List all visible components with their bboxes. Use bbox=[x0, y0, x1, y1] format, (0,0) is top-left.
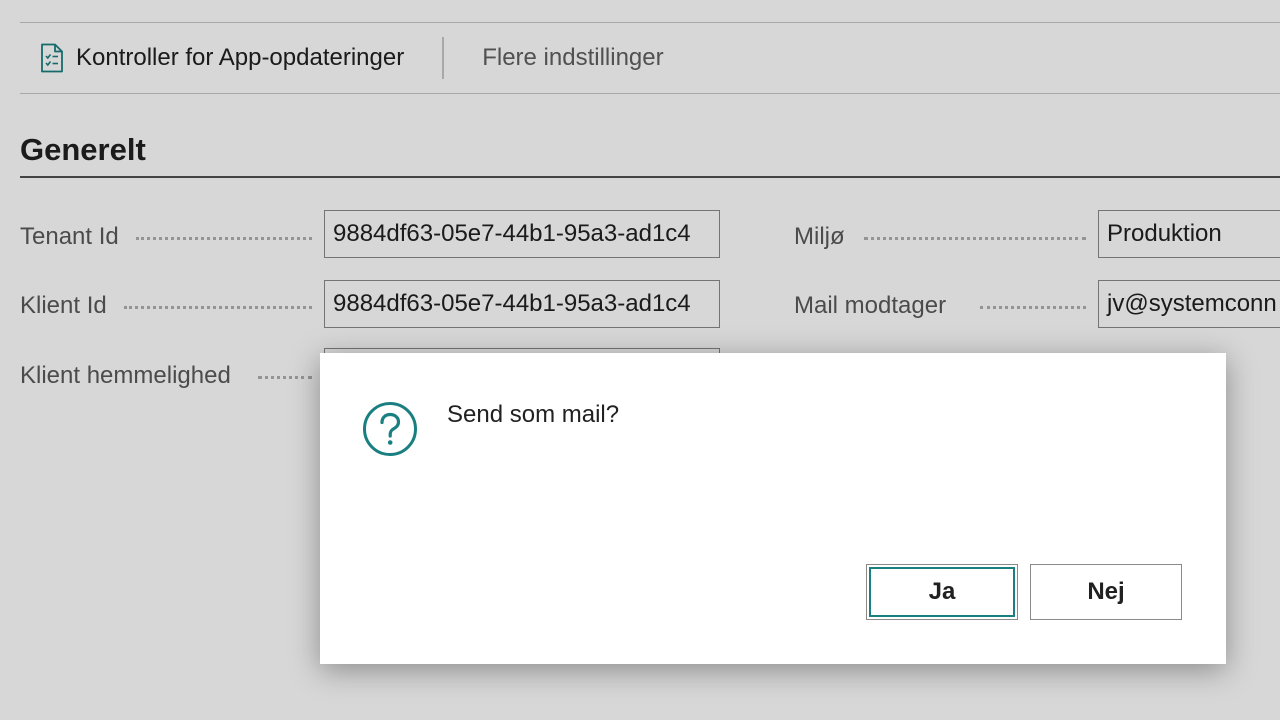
dialog-message: Send som mail? bbox=[447, 401, 620, 428]
confirm-dialog: Send som mail? Ja Nej bbox=[320, 353, 1226, 664]
no-button[interactable]: Nej bbox=[1030, 564, 1182, 620]
yes-button[interactable]: Ja bbox=[866, 564, 1018, 620]
question-circle-icon bbox=[362, 401, 418, 457]
